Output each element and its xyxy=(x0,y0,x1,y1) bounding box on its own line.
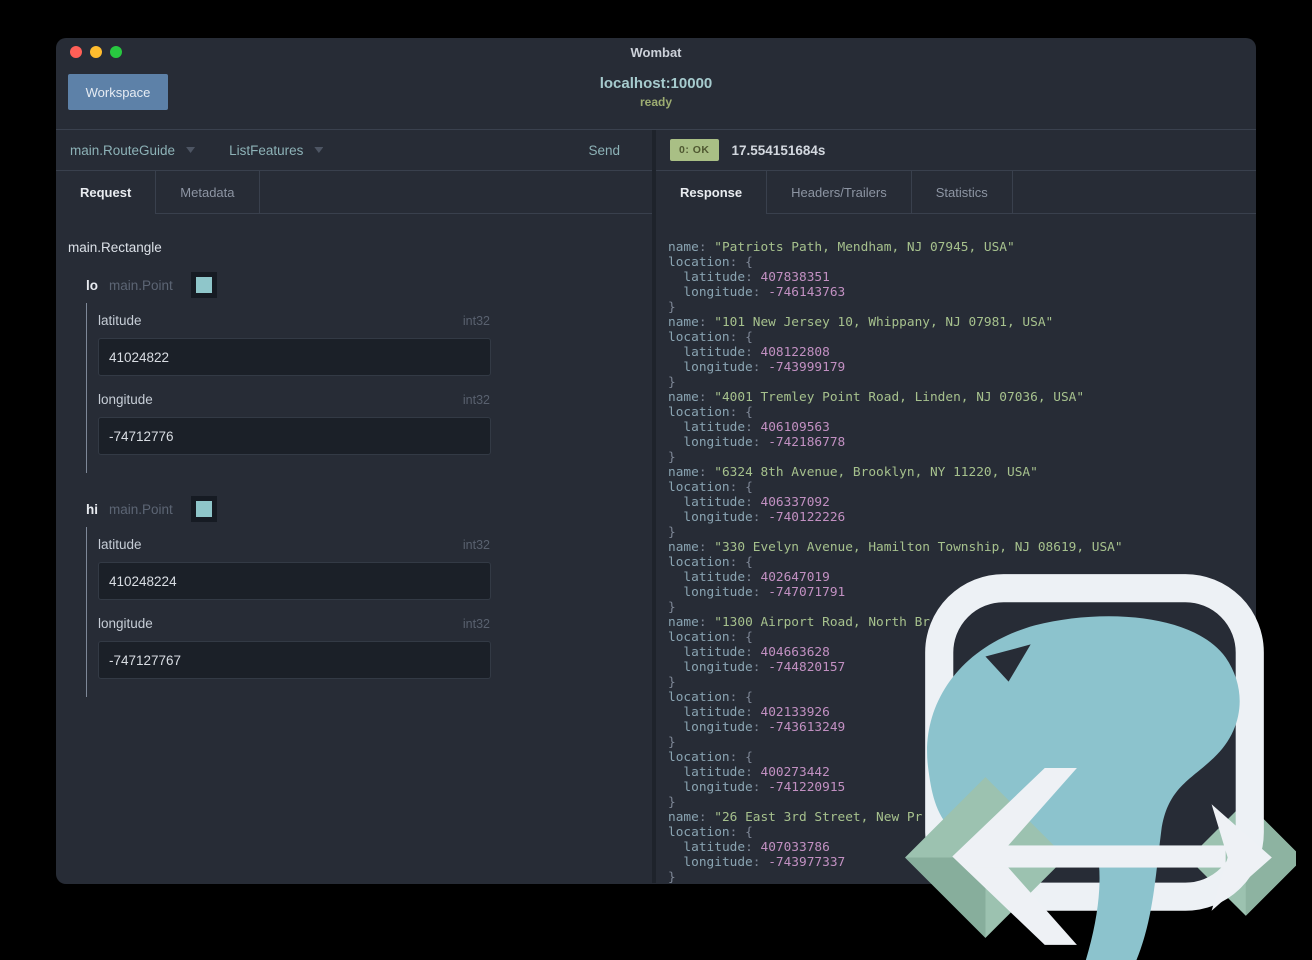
tab-metadata[interactable]: Metadata xyxy=(156,171,260,214)
field-message-type: main.Point xyxy=(109,277,173,293)
field-checkbox[interactable] xyxy=(190,272,217,298)
field-group: latitude int32 longitude int32 xyxy=(86,303,491,473)
field-input-lo-longitude[interactable] xyxy=(98,417,491,455)
traffic-lights xyxy=(70,46,122,58)
service-selector[interactable]: main.RouteGuide xyxy=(70,143,175,158)
minimize-button[interactable] xyxy=(90,46,102,58)
field-message-type: main.Point xyxy=(109,501,173,517)
checkbox-checked-indicator xyxy=(195,277,212,293)
field-type: int32 xyxy=(462,314,490,328)
response-line: name: "4001 Tremley Point Road, Linden, … xyxy=(668,390,1085,405)
field-label-row: latitude int32 xyxy=(98,537,490,552)
response-line: } xyxy=(668,450,676,465)
chevron-down-icon[interactable] xyxy=(186,147,196,153)
response-line: name: "330 Evelyn Avenue, Hamilton Towns… xyxy=(668,540,1123,555)
field-checkbox[interactable] xyxy=(190,496,217,522)
response-line: latitude: 406109563 xyxy=(683,420,830,435)
response-toolbar: 0: OK 17.554151684s xyxy=(656,130,1256,170)
field-group: latitude int32 longitude int32 xyxy=(86,527,491,697)
field-group-header: lo main.Point xyxy=(86,271,638,299)
field-label: latitude xyxy=(98,313,142,328)
field-label-row: latitude int32 xyxy=(98,313,490,328)
tab-headers-trailers[interactable]: Headers/Trailers xyxy=(767,171,912,214)
request-toolbar: main.RouteGuide ListFeatures Send xyxy=(56,130,652,170)
field-type: int32 xyxy=(462,538,490,552)
field-name: hi xyxy=(86,501,98,517)
response-line: latitude: 408122808 xyxy=(683,345,830,360)
response-line: location: { xyxy=(668,330,753,345)
response-line: name: "101 New Jersey 10, Whippany, NJ 0… xyxy=(668,315,1054,330)
tabbar-filler xyxy=(259,171,652,214)
response-line: longitude: -742186778 xyxy=(683,435,846,450)
field-type: int32 xyxy=(462,393,490,407)
request-panel: main.RouteGuide ListFeatures Send Reques… xyxy=(56,130,652,883)
tab-statistics[interactable]: Statistics xyxy=(911,171,1013,214)
field-group-header: hi main.Point xyxy=(86,495,638,523)
request-fields: lo main.Point latitude int32 longitude int32 h… xyxy=(68,271,638,697)
field-label: longitude xyxy=(98,392,153,407)
response-line: latitude: 406337092 xyxy=(683,495,830,510)
field-input-hi-longitude[interactable] xyxy=(98,641,491,679)
desktop: Wombat Workspace localhost:10000 ready m… xyxy=(0,0,1312,960)
field-label-row: longitude int32 xyxy=(98,392,490,407)
response-line: location: { xyxy=(668,405,753,420)
server-address: localhost:10000 xyxy=(599,75,713,92)
field-label: longitude xyxy=(98,616,153,631)
response-line: location: { xyxy=(668,255,753,270)
response-line: longitude: -740122226 xyxy=(683,510,846,525)
chevron-down-icon[interactable] xyxy=(314,147,324,153)
response-line: longitude: -743999179 xyxy=(683,360,846,375)
call-duration: 17.554151684s xyxy=(731,142,826,158)
window-title: Wombat xyxy=(630,44,682,60)
server-info: localhost:10000 ready xyxy=(56,75,1256,109)
response-line: location: { xyxy=(668,480,753,495)
response-line: name: "6324 8th Avenue, Brooklyn, NY 112… xyxy=(668,465,1038,480)
response-line: } xyxy=(668,300,676,315)
tab-request[interactable]: Request xyxy=(56,171,157,214)
response-tabbar: Response Headers/Trailers Statistics xyxy=(656,170,1256,214)
request-form: main.Rectangle lo main.Point latitude int32… xyxy=(56,214,652,883)
response-line: } xyxy=(668,525,676,540)
checkbox-checked-indicator xyxy=(195,501,212,517)
send-button[interactable]: Send xyxy=(588,143,638,158)
request-tabbar: Request Metadata xyxy=(56,170,652,214)
status-badge: 0: OK xyxy=(670,139,719,161)
response-line: } xyxy=(668,375,676,390)
tabbar-filler xyxy=(1012,171,1256,214)
response-line: latitude: 407838351 xyxy=(683,270,830,285)
field-label: latitude xyxy=(98,537,142,552)
response-line: longitude: -746143763 xyxy=(683,285,846,300)
maximize-button[interactable] xyxy=(110,46,122,58)
wombat-logo-watermark xyxy=(905,574,1296,960)
field-input-lo-latitude[interactable] xyxy=(98,338,491,376)
field-input-hi-latitude[interactable] xyxy=(98,562,491,600)
close-button[interactable] xyxy=(70,46,82,58)
method-selector[interactable]: ListFeatures xyxy=(229,143,303,158)
titlebar: Wombat xyxy=(56,38,1256,66)
field-type: int32 xyxy=(462,617,490,631)
message-type-label: main.Rectangle xyxy=(68,240,162,255)
response-line: name: "Patriots Path, Mendham, NJ 07945,… xyxy=(668,240,1015,255)
field-label-row: longitude int32 xyxy=(98,616,490,631)
tab-response[interactable]: Response xyxy=(656,171,768,214)
server-status: ready xyxy=(639,95,673,109)
field-name: lo xyxy=(86,277,98,293)
header: Workspace localhost:10000 ready xyxy=(56,66,1256,130)
